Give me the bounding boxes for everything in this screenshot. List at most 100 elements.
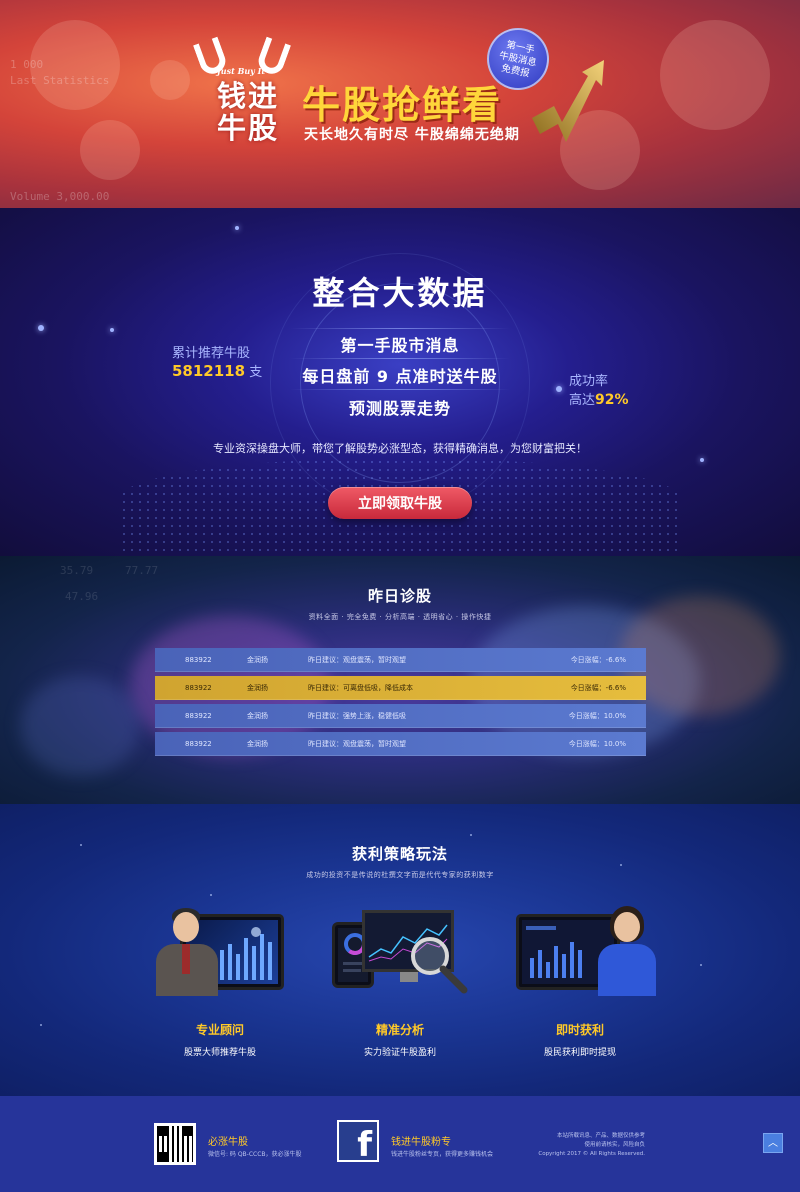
bokeh-light [30, 20, 120, 110]
footer-fanpage-desc: 钱进牛股粉丝专页，获得更多赚钱机会 [391, 1151, 494, 1158]
tie [182, 944, 190, 974]
stock-change: 今日涨幅：10.0% [568, 712, 626, 720]
headline-line: 预测股票走势 [348, 399, 451, 418]
feature-card-profit: 即时获利 股民获利即时提现 [490, 904, 670, 1084]
footer: 必涨牛股 微信号: 码 QB-CCCB，获必涨牛股 f 钱进牛股粉专 钱进牛股粉… [0, 1096, 800, 1192]
stock-row[interactable]: 883922 金润扬 昨日建议：可离盘低吸，降低成本 今日涨幅：-6.6% [155, 676, 646, 700]
facebook-icon[interactable]: f [337, 1120, 379, 1165]
stat-label: 累计推荐牛股 [172, 346, 251, 361]
logo-line: 牛股 [216, 111, 279, 145]
network-node [700, 458, 704, 462]
woman-photo [596, 904, 660, 996]
stat-label: 成功率 [569, 374, 609, 389]
chevron-up-icon: ︿ [768, 1138, 778, 1149]
big-data-section: 整合大数据 第一手股市消息 每日盘前 9 点准时送牛股 预测股票走势 累计推荐牛… [0, 208, 800, 556]
headline-line: 第一手股市消息 [340, 336, 460, 355]
advisor-photo [152, 904, 222, 996]
stock-row[interactable]: 883922 金润扬 昨日建议：强势上涨，稳健低吸 今日涨幅：10.0% [155, 704, 646, 728]
back-to-top-button[interactable]: ︿ [763, 1133, 783, 1153]
disclaimer-line: 本站所载讯息、产品、数据仅供参考 [556, 1133, 645, 1139]
feature-card-advisor: 专业顾问 股票大师推荐牛股 [130, 904, 310, 1084]
section-subtitle: 资料全面 · 完全免费 · 分析高端 · 透明省心 · 操作快捷 [308, 613, 492, 621]
magnifier-icon [411, 937, 468, 994]
stock-row[interactable]: 883922 金润扬 昨日建议：观盘震荡，暂时观望 今日涨幅：10.0% [155, 732, 646, 756]
footer-wechat-title: 必涨牛股 [208, 1137, 248, 1148]
stock-code: 883922 [185, 656, 212, 664]
network-node [38, 325, 44, 331]
bg-ticker-text: Last Statistics [10, 74, 110, 87]
logo-text: 钱进 牛股 [203, 80, 293, 144]
feature-card-analysis: 精准分析 实力验证牛股盈利 [310, 904, 490, 1084]
stock-name: 金润扬 [247, 656, 268, 664]
hero-banner: 1 000 Last Statistics Volume 3,000.00 Ju… [0, 0, 800, 208]
feature-desc: 实力验证牛股盈利 [363, 1048, 436, 1058]
stock-advice: 昨日建议：强势上涨，稳健低吸 [308, 712, 406, 720]
yesterday-diagnosis-section: 35.79 77.77 47.96 昨日诊股 资料全面 · 完全免费 · 分析高… [0, 556, 800, 804]
network-node [235, 226, 239, 230]
stock-advice: 昨日建议：观盘震荡，暂时观望 [308, 740, 406, 748]
section-subtitle: 成功的投资不是传说的杜撰文字而是代代专家的获利数字 [306, 871, 494, 879]
stock-change: 今日涨幅：-6.6% [570, 684, 626, 692]
stat-unit: 支 [249, 365, 263, 380]
dress-body [598, 944, 656, 996]
star [700, 964, 702, 966]
section-title: 获利策略玩法 [351, 845, 448, 863]
feature-desc: 股民获利即时提现 [543, 1048, 616, 1058]
stock-name: 金润扬 [247, 740, 268, 748]
bokeh-light [660, 20, 770, 130]
stock-name: 金润扬 [247, 712, 268, 720]
stock-change: 今日涨幅：-6.6% [570, 656, 626, 664]
section-title: 昨日诊股 [367, 587, 432, 605]
divider [290, 328, 510, 329]
stock-list: 883922 金润扬 昨日建议：观盘震荡，暂时观望 今日涨幅：-6.6% 883… [155, 648, 646, 760]
bokeh-light [80, 120, 140, 180]
wechat-qr-code[interactable] [154, 1123, 196, 1165]
logo-line: 钱进 [216, 79, 279, 113]
star [210, 894, 212, 896]
bg-number: 77.77 [125, 564, 159, 577]
stock-name: 金润扬 [247, 684, 268, 692]
footer-wechat-desc: 微信号: 码 QB-CCCB，获必涨牛股 [208, 1151, 302, 1158]
divider [290, 358, 510, 359]
star [40, 1024, 42, 1026]
rising-arrow-icon [532, 60, 604, 142]
footer-disclaimer: 本站所载讯息、产品、数据仅供参考 使用前请核实，风险自负 Copyright 2… [538, 1132, 645, 1159]
feature-title: 专业顾问 [195, 1023, 244, 1037]
stock-change: 今日涨幅：10.0% [568, 740, 626, 748]
bokeh-light [150, 60, 190, 100]
recommend-count-stat: 累计推荐牛股 5812118 支 [172, 342, 262, 380]
feature-desc: 股票大师推荐牛股 [183, 1048, 256, 1058]
hero-title: 牛股抢鲜看 [302, 83, 503, 127]
star [470, 834, 472, 836]
head [173, 912, 199, 942]
stock-advice: 昨日建议：观盘震荡，暂时观望 [308, 656, 406, 664]
hero-subtitle: 天长地久有时尽 牛股绵绵无绝期 [304, 127, 520, 143]
stock-advice: 昨日建议：可离盘低吸，降低成本 [308, 684, 413, 692]
section-title: 整合大数据 [312, 274, 488, 312]
section-description: 专业资深操盘大师，带您了解股势必涨型态，获得精确消息，为您财富把关！ [213, 442, 587, 455]
star [620, 864, 622, 866]
head [614, 912, 640, 942]
feature-title: 精准分析 [375, 1023, 424, 1037]
stock-code: 883922 [185, 740, 212, 748]
stat-value: 5812118 [172, 362, 246, 380]
stat-prefix: 高达 [569, 393, 596, 408]
divider [290, 389, 510, 390]
get-stocks-button[interactable]: 立即领取牛股 [328, 487, 472, 519]
stat-value: 92% [595, 392, 629, 408]
stock-row[interactable]: 883922 金润扬 昨日建议：观盘震荡，暂时观望 今日涨幅：-6.6% [155, 648, 646, 672]
bg-ticker-text: Volume 3,000.00 [10, 190, 110, 203]
headline-line: 每日盘前 9 点准时送牛股 [302, 367, 498, 386]
footer-fanpage-title[interactable]: 钱进牛股粉专 [391, 1133, 451, 1148]
bg-glow [20, 676, 140, 776]
feature-title: 即时获利 [555, 1023, 604, 1037]
disclaimer-line: 使用前请核实，风险自负 [584, 1142, 645, 1148]
success-rate-stat: 成功率 高达92% [569, 373, 629, 410]
logo-tagline: Just Buy It [217, 66, 266, 76]
stock-code: 883922 [185, 684, 212, 692]
bg-number: 35.79 [60, 564, 94, 577]
bg-ticker-text: 1 000 [10, 58, 44, 71]
stock-code: 883922 [185, 712, 212, 720]
copyright-text: Copyright 2017 © All Rights Reserved. [538, 1151, 645, 1157]
strategy-section: 获利策略玩法 成功的投资不是传说的杜撰文字而是代代专家的获利数字 专业顾问 股票… [0, 804, 800, 1096]
